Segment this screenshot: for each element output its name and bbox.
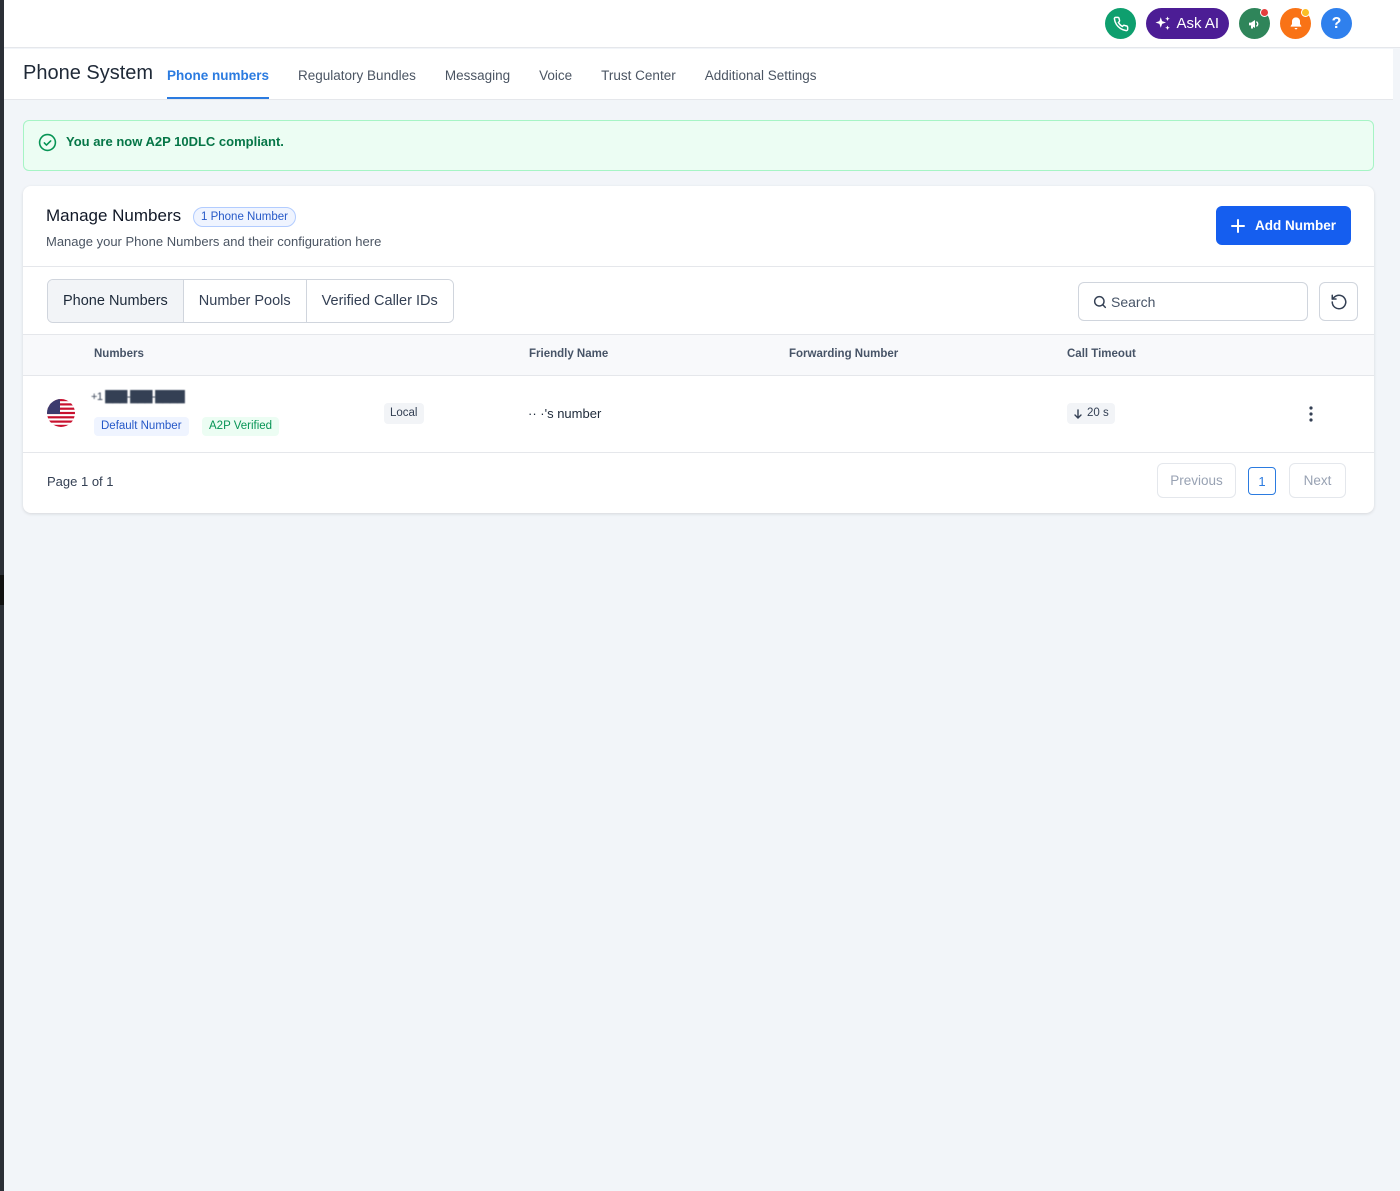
segment-phone-numbers[interactable]: Phone Numbers xyxy=(48,280,184,322)
help-icon: ? xyxy=(1331,14,1342,32)
add-number-label: Add Number xyxy=(1255,218,1336,233)
segment-number-pools[interactable]: Number Pools xyxy=(183,280,307,322)
sub-navigation: Phone System Phone numbers Regulatory Bu… xyxy=(4,49,1393,100)
top-actions: Ask AI ? xyxy=(1105,8,1352,39)
compliance-banner: You are now A2P 10DLC compliant. xyxy=(23,120,1374,171)
tab-messaging[interactable]: Messaging xyxy=(445,49,510,100)
search-icon xyxy=(1093,295,1107,309)
column-header-forwarding-number: Forwarding Number xyxy=(789,348,899,360)
add-number-button[interactable]: Add Number xyxy=(1216,206,1351,245)
bell-icon xyxy=(1290,16,1301,29)
page-title: Phone System xyxy=(23,62,154,84)
number-type-switcher: Phone Numbers Number Pools Verified Call… xyxy=(47,279,454,323)
search-input[interactable] xyxy=(1111,291,1296,313)
window-edge xyxy=(0,0,4,1191)
ask-ai-button[interactable]: Ask AI xyxy=(1146,8,1229,39)
plus-icon xyxy=(1231,218,1245,233)
call-timeout-value: 20 s xyxy=(1087,407,1109,419)
tab-voice[interactable]: Voice xyxy=(539,49,572,100)
notifications-button[interactable] xyxy=(1280,8,1311,39)
a2p-verified-tag: A2P Verified xyxy=(202,417,280,436)
refresh-button[interactable] xyxy=(1319,282,1358,321)
window-edge-mark xyxy=(0,575,4,605)
tab-trust-center[interactable]: Trust Center xyxy=(601,49,676,100)
table-header: Numbers Friendly Name Forwarding Number … xyxy=(23,334,1374,376)
tab-regulatory-bundles[interactable]: Regulatory Bundles xyxy=(298,49,416,100)
page-indicator: Page 1 of 1 xyxy=(47,474,114,489)
announcement-dot xyxy=(1260,8,1269,17)
nav-tabs: Phone numbers Regulatory Bundles Messagi… xyxy=(167,49,846,100)
notification-dot xyxy=(1301,8,1310,17)
top-bar: Ask AI ? xyxy=(4,0,1400,48)
phone-button[interactable] xyxy=(1105,8,1137,39)
more-vertical-icon xyxy=(1309,406,1313,422)
column-header-friendly-name: Friendly Name xyxy=(529,348,609,360)
ask-ai-label: Ask AI xyxy=(1176,15,1219,32)
column-header-numbers: Numbers xyxy=(94,348,144,360)
table-row[interactable]: +1 ███-███-████ Default Number A2P Verif… xyxy=(23,376,1374,453)
card-header: Manage Numbers 1 Phone Number Manage you… xyxy=(23,186,1374,267)
sparkle-icon xyxy=(1155,16,1171,30)
default-number-tag: Default Number xyxy=(94,417,189,436)
us-flag-icon xyxy=(47,399,75,427)
tab-phone-numbers[interactable]: Phone numbers xyxy=(167,49,270,100)
refresh-icon xyxy=(1331,294,1346,309)
row-actions-button[interactable] xyxy=(1301,403,1321,425)
call-timeout-badge: 20 s xyxy=(1067,403,1115,424)
next-page-button[interactable]: Next xyxy=(1289,463,1346,498)
number-type-badge: Local xyxy=(384,403,424,424)
announcements-button[interactable] xyxy=(1239,8,1270,39)
previous-page-button[interactable]: Previous xyxy=(1157,463,1236,498)
page-1-button[interactable]: 1 xyxy=(1248,467,1276,495)
segment-verified-caller-ids[interactable]: Verified Caller IDs xyxy=(306,280,453,322)
arrow-down-icon xyxy=(1074,408,1082,419)
megaphone-icon xyxy=(1248,19,1258,29)
column-header-call-timeout: Call Timeout xyxy=(1067,348,1136,360)
check-circle-icon xyxy=(38,133,57,152)
phone-icon xyxy=(1113,16,1129,31)
phone-count-badge: 1 Phone Number xyxy=(193,207,296,227)
card-subtitle: Manage your Phone Numbers and their conf… xyxy=(46,234,382,249)
help-button[interactable]: ? xyxy=(1321,8,1352,39)
phone-number: +1 ███-███-████ xyxy=(91,391,185,403)
friendly-name: ·· ·'s number xyxy=(528,406,602,421)
tab-additional-settings[interactable]: Additional Settings xyxy=(705,49,817,100)
manage-numbers-card: Manage Numbers 1 Phone Number Manage you… xyxy=(23,186,1374,513)
card-title: Manage Numbers xyxy=(46,206,182,225)
banner-message: You are now A2P 10DLC compliant. xyxy=(66,134,284,149)
search-box xyxy=(1078,282,1308,321)
